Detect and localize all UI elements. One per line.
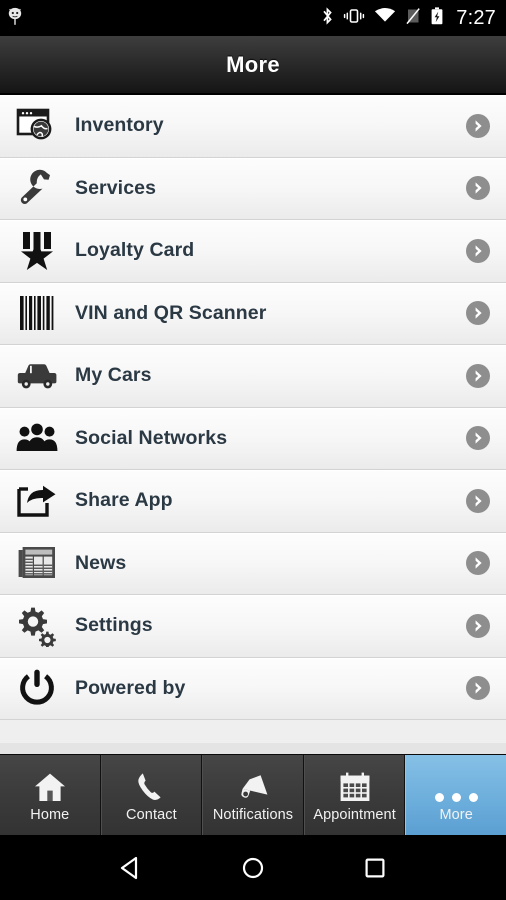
chevron-right-circle-icon[interactable]	[450, 113, 506, 139]
recents-button[interactable]	[360, 854, 390, 882]
list-item-label: VIN and QR Scanner	[75, 301, 267, 324]
tab-label: Home	[30, 806, 70, 823]
tab-notifications[interactable]: Notifications	[202, 755, 304, 835]
list-item-label: Settings	[75, 614, 153, 637]
bluetooth-icon	[321, 6, 334, 31]
chevron-right-circle-icon[interactable]	[450, 613, 506, 639]
android-navigation-bar[interactable]	[0, 835, 506, 900]
chevron-right-circle-icon[interactable]	[450, 175, 506, 201]
chevron-right-circle-icon[interactable]	[450, 300, 506, 326]
wrench-icon	[10, 164, 64, 212]
medal-star-icon	[10, 227, 64, 275]
app-notification-icon	[6, 6, 24, 31]
dot	[468, 792, 478, 802]
page-title: More	[226, 51, 280, 77]
more-menu-list[interactable]: Inventory Services Loyalty Card VIN and …	[0, 95, 506, 743]
list-item-label: My Cars	[75, 364, 152, 387]
house-icon	[34, 768, 66, 802]
list-item-label: Powered by	[75, 676, 186, 699]
barcode-icon	[10, 289, 64, 337]
phone-icon	[135, 768, 167, 802]
dot	[451, 792, 461, 802]
tabbar-gap-spacer	[0, 743, 506, 754]
dot	[434, 792, 444, 802]
chevron-right-circle-icon[interactable]	[450, 238, 506, 264]
wifi-icon	[374, 6, 396, 31]
battery-charging-icon	[430, 6, 444, 31]
chevron-right-circle-icon[interactable]	[450, 550, 506, 576]
list-item-vin-qr-scanner[interactable]: VIN and QR Scanner	[0, 282, 506, 345]
vibrate-mode-icon	[343, 6, 365, 31]
tab-label: Contact	[126, 806, 177, 823]
tab-appointment[interactable]: Appointment	[303, 755, 406, 835]
list-item-services[interactable]: Services	[0, 157, 506, 220]
status-bar: 7:27	[0, 0, 506, 36]
list-item-label: Social Networks	[75, 426, 228, 449]
chevron-right-circle-icon[interactable]	[450, 675, 506, 701]
calendar-icon	[339, 768, 371, 802]
three-dots-group	[434, 792, 478, 802]
car-icon	[10, 352, 64, 400]
chevron-right-circle-icon[interactable]	[450, 363, 506, 389]
home-button[interactable]	[238, 854, 268, 882]
tab-contact[interactable]: Contact	[100, 755, 203, 835]
tab-more[interactable]: More	[405, 755, 506, 835]
list-item-label: News	[75, 551, 127, 574]
tab-label: More	[439, 806, 473, 823]
list-item-social-networks[interactable]: Social Networks	[0, 407, 506, 470]
three-dots-icon	[434, 768, 478, 802]
list-item-settings[interactable]: Settings	[0, 595, 506, 658]
title-bar: More	[0, 36, 506, 94]
tab-label: Notifications	[212, 806, 294, 823]
chevron-right-circle-icon[interactable]	[450, 488, 506, 514]
list-item-label: Services	[75, 176, 157, 199]
browser-globe-icon	[10, 102, 64, 150]
share-arrow-icon	[10, 477, 64, 525]
no-sim-icon	[405, 6, 421, 31]
tab-home[interactable]: Home	[0, 755, 101, 835]
status-bar-left-icons	[6, 6, 24, 31]
list-item-powered-by[interactable]: Powered by	[0, 657, 506, 720]
newspaper-icon	[10, 539, 64, 587]
list-item-label: Share App	[75, 489, 173, 512]
list-item-label: Loyalty Card	[75, 239, 195, 262]
phone-screen: 7:27 More Inventory Services Loyalty Car…	[0, 0, 506, 900]
list-item-inventory[interactable]: Inventory	[0, 95, 506, 158]
status-bar-clock: 7:27	[456, 6, 496, 29]
list-item-my-cars[interactable]: My Cars	[0, 345, 506, 408]
tab-label: Appointment	[313, 806, 396, 823]
bottom-tab-bar[interactable]: Home Contact Notifications Appointment M…	[0, 754, 506, 835]
list-item-share-app[interactable]: Share App	[0, 470, 506, 533]
power-button-icon	[10, 664, 64, 712]
back-button[interactable]	[116, 854, 146, 882]
megaphone-icon	[236, 768, 270, 802]
gears-icon	[10, 602, 64, 650]
status-bar-right-icons: 7:27	[321, 6, 496, 31]
chevron-right-circle-icon[interactable]	[450, 425, 506, 451]
list-item-loyalty-card[interactable]: Loyalty Card	[0, 220, 506, 283]
people-group-icon	[10, 414, 64, 462]
list-item-news[interactable]: News	[0, 532, 506, 595]
list-item-label: Inventory	[75, 114, 164, 137]
